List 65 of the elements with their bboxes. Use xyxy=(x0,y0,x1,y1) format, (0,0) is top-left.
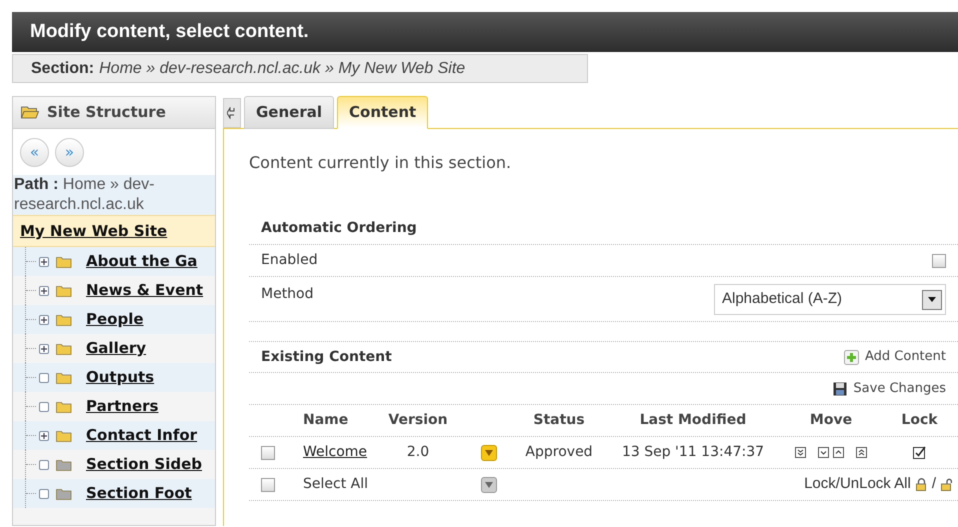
lock-all-label: Lock/UnLock All xyxy=(804,474,911,494)
move-up-icon[interactable] xyxy=(833,447,844,458)
path-text: Path : Home » dev-research.ncl.ac.uk xyxy=(13,175,215,215)
tab[interactable]: Content xyxy=(337,96,428,129)
padlock-icon[interactable] xyxy=(916,478,927,491)
add-icon xyxy=(844,350,859,364)
expand-icon[interactable] xyxy=(39,344,49,354)
folder-icon xyxy=(56,458,72,470)
status-cell-text: Approved xyxy=(525,443,593,462)
page-title: Modify content, select content. xyxy=(30,20,309,44)
column-header: Move xyxy=(808,411,854,430)
method-select[interactable]: Alphabetical (A-Z) xyxy=(714,284,946,315)
leaf-icon[interactable] xyxy=(39,372,49,382)
expand-icon[interactable] xyxy=(39,314,49,324)
folder-icon xyxy=(56,314,72,326)
content-name-link[interactable]: Welcome xyxy=(303,442,368,463)
breadcrumb-label: Section: xyxy=(31,58,94,78)
separator-text: / xyxy=(932,474,936,494)
tree-item-link[interactable]: Section Sideb xyxy=(86,453,202,476)
folder-icon xyxy=(56,342,72,354)
add-content-button[interactable]: Add Content xyxy=(844,347,946,367)
dropdown-icon[interactable] xyxy=(922,290,942,310)
tree-item-link[interactable]: News & Event xyxy=(86,279,204,302)
enabled-checkbox[interactable] xyxy=(932,254,946,268)
select-all-checkbox[interactable] xyxy=(261,478,275,492)
leaf-icon[interactable] xyxy=(39,460,49,470)
intro-text: Content currently in this section. xyxy=(249,152,512,174)
row-checkbox[interactable] xyxy=(261,446,275,460)
move-bottom-icon[interactable] xyxy=(795,447,806,458)
column-header: Status xyxy=(532,411,586,430)
breadcrumb-trail: Home » dev-research.ncl.ac.uk » My New Web Site xyxy=(99,58,466,78)
version-cell-text: 2.0 xyxy=(406,443,430,462)
locked-checkbox-icon[interactable] xyxy=(913,446,926,459)
current-section-link[interactable]: My New Web Site xyxy=(20,220,168,242)
expand-icon[interactable] xyxy=(39,430,49,440)
field-label: Method xyxy=(261,285,314,304)
collapse-panel-icon[interactable] xyxy=(223,98,241,128)
move-top-icon[interactable] xyxy=(856,447,867,458)
column-header: Last Modified xyxy=(638,411,748,430)
leaf-icon[interactable] xyxy=(39,402,49,412)
folder-icon xyxy=(56,488,72,500)
modified-cell-text: 13 Sep '11 13:47:37 xyxy=(622,443,764,462)
column-header: Name xyxy=(302,411,350,430)
move-down-icon[interactable] xyxy=(818,447,829,458)
folder-icon xyxy=(21,106,39,119)
panel-title: Site Structure xyxy=(47,102,166,124)
expand-icon[interactable] xyxy=(39,286,49,296)
tree-item-link[interactable]: Gallery xyxy=(86,337,146,360)
field-label: Enabled xyxy=(261,251,318,270)
folder-icon xyxy=(56,256,72,268)
tree-item-link[interactable]: Partners xyxy=(86,395,158,418)
folder-icon xyxy=(56,400,72,412)
select-all-label: Select All xyxy=(302,475,369,494)
column-header: Lock xyxy=(900,411,939,430)
expand-icon[interactable] xyxy=(39,256,49,266)
tab[interactable]: General xyxy=(244,96,334,129)
leaf-icon[interactable] xyxy=(39,488,49,498)
section-heading: Automatic Ordering xyxy=(261,219,417,238)
column-header: Version xyxy=(387,411,449,430)
folder-icon xyxy=(56,430,72,442)
section-heading: Existing Content xyxy=(261,348,392,366)
folder-icon xyxy=(56,372,72,384)
open-padlock-icon[interactable] xyxy=(941,478,952,491)
folder-icon xyxy=(56,284,72,296)
save-changes-button[interactable]: Save Changes xyxy=(833,378,946,398)
